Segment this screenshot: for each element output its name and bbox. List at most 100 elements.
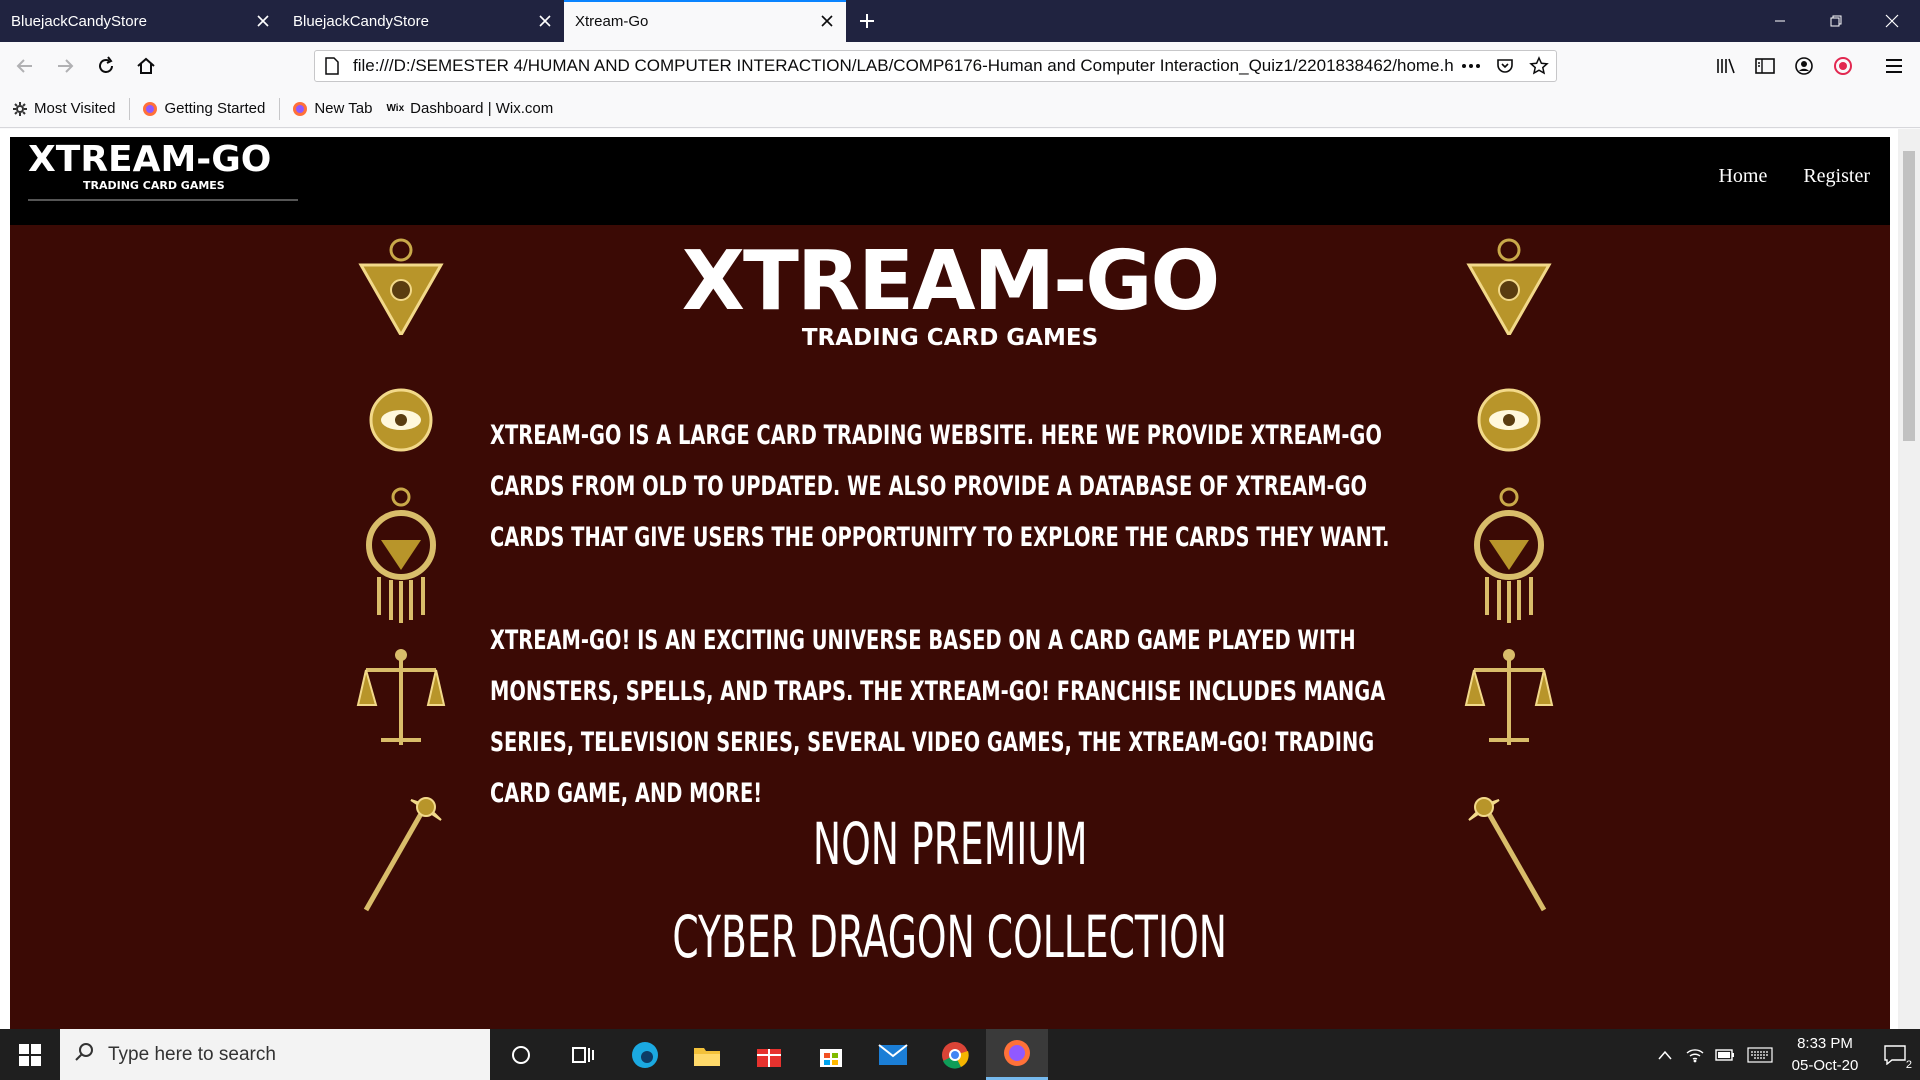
notification-center-icon[interactable]: 2: [1870, 1029, 1920, 1080]
browser-tab-3[interactable]: Xtream-Go: [564, 0, 846, 42]
bookmark-most-visited[interactable]: Most Visited: [12, 100, 115, 117]
gift-app-icon[interactable]: [738, 1029, 800, 1080]
browser-tab-1[interactable]: BluejackCandyStore: [0, 0, 282, 42]
bookmark-separator: [279, 97, 281, 120]
nav-home-link[interactable]: Home: [1718, 165, 1767, 188]
home-icon[interactable]: [130, 50, 162, 82]
chrome-icon[interactable]: [924, 1029, 986, 1080]
site-header: XTREAM-GO TRADING CARD GAMES Home Regist…: [10, 137, 1890, 225]
navigation-toolbar: file:///D:/SEMESTER 4/HUMAN AND COMPUTER…: [0, 42, 1920, 90]
scrollbar-thumb[interactable]: [1903, 151, 1915, 441]
wix-icon: Wix: [386, 103, 405, 114]
close-window-icon[interactable]: [1864, 0, 1920, 42]
page-info-icon[interactable]: [315, 51, 349, 81]
close-tab-icon[interactable]: [244, 0, 282, 42]
pocket-icon[interactable]: [1488, 51, 1522, 81]
bookmark-separator: [129, 97, 131, 120]
logo-text: XTREAM-GO: [28, 139, 272, 180]
mail-icon[interactable]: [862, 1029, 924, 1080]
logo-subtitle: TRADING CARD GAMES: [83, 179, 225, 192]
page-viewport: XTREAM-GO TRADING CARD GAMES Home Regist…: [0, 129, 1920, 1029]
windows-start-icon[interactable]: [0, 1029, 60, 1080]
tab-bar: BluejackCandyStore BluejackCandyStore Xt…: [0, 0, 1920, 42]
millennium-ring-icon: [356, 485, 446, 625]
hero-title: XTREAM-GO: [681, 234, 1220, 329]
bookmark-wix-dashboard[interactable]: Wix Dashboard | Wix.com: [386, 100, 553, 117]
millennium-eye-icon: [1464, 370, 1554, 470]
address-bar[interactable]: file:///D:/SEMESTER 4/HUMAN AND COMPUTER…: [314, 50, 1557, 82]
bookmark-getting-started[interactable]: Getting Started: [142, 100, 265, 117]
close-tab-icon[interactable]: [808, 0, 846, 42]
search-placeholder: Type here to search: [108, 1043, 276, 1065]
tab-title: BluejackCandyStore: [11, 12, 147, 30]
collection-heading-non-premium: NON PREMIUM: [10, 810, 1890, 878]
clock-date: 05-Oct-20: [1791, 1056, 1859, 1074]
menu-icon[interactable]: [1878, 50, 1910, 82]
library-icon[interactable]: [1710, 50, 1742, 82]
nav-register-link[interactable]: Register: [1803, 165, 1870, 188]
new-tab-button[interactable]: [846, 0, 888, 42]
notification-count-badge: 2: [1905, 1059, 1912, 1071]
millennium-rod-icon: [1464, 785, 1554, 915]
account-icon[interactable]: [1788, 50, 1820, 82]
millennium-scale-icon: [1464, 645, 1554, 755]
gear-icon: [12, 101, 28, 117]
collection-heading-text: NON PREMIUM: [812, 810, 1088, 878]
millennium-rod-icon: [356, 785, 446, 915]
taskbar-search-box[interactable]: Type here to search: [60, 1029, 490, 1080]
page-scrollbar[interactable]: [1898, 129, 1920, 1029]
firefox-icon: [142, 101, 158, 117]
minimize-icon[interactable]: [1752, 0, 1808, 42]
site-logo[interactable]: XTREAM-GO TRADING CARD GAMES: [28, 141, 298, 201]
collection-heading-cyber-dragon: CYBER DRAGON COLLECTION: [10, 903, 1890, 971]
edge-browser-icon[interactable]: [614, 1029, 676, 1080]
url-text[interactable]: file:///D:/SEMESTER 4/HUMAN AND COMPUTER…: [349, 56, 1454, 76]
hero-subtitle: TRADING CARD GAMES: [801, 325, 1099, 351]
collection-heading-text: CYBER DRAGON COLLECTION: [672, 903, 1228, 971]
task-view-icon[interactable]: [552, 1029, 614, 1080]
hero-description: Xtream-Go is a large card trading websit…: [490, 410, 1419, 871]
millennium-ring-icon: [1464, 485, 1554, 625]
record-extension-icon[interactable]: [1827, 50, 1859, 82]
millennium-puzzle-icon: [356, 235, 446, 335]
bookmark-label: Dashboard | Wix.com: [410, 100, 554, 117]
close-tab-icon[interactable]: [526, 0, 564, 42]
millennium-puzzle-icon: [1464, 235, 1554, 335]
intro-paragraph-1: Xtream-Go is a large card trading websit…: [490, 420, 1390, 553]
battery-icon[interactable]: [1710, 1029, 1740, 1080]
file-explorer-icon[interactable]: [676, 1029, 738, 1080]
intro-paragraph-2: Xtream-Go! is an exciting universe based…: [490, 625, 1386, 809]
forward-icon[interactable]: [49, 50, 81, 82]
search-icon: [74, 1042, 94, 1068]
hero-section: XTREAM-GO TRADING CARD GAMES Xtream-Go i…: [10, 225, 1890, 1029]
back-icon[interactable]: [9, 50, 41, 82]
sidebar-icon[interactable]: [1749, 50, 1781, 82]
reload-icon[interactable]: [90, 50, 122, 82]
browser-tab-2[interactable]: BluejackCandyStore: [282, 0, 564, 42]
tab-title: Xtream-Go: [575, 12, 649, 30]
wifi-icon[interactable]: [1680, 1029, 1710, 1080]
clock-time: 8:33 PM: [1797, 1034, 1853, 1052]
system-tray: 8:33 PM 05-Oct-20 2: [1650, 1029, 1920, 1080]
system-clock[interactable]: 8:33 PM 05-Oct-20: [1780, 1033, 1870, 1077]
chevron-up-icon[interactable]: [1650, 1029, 1680, 1080]
cortana-icon[interactable]: [490, 1029, 552, 1080]
microsoft-store-icon[interactable]: [800, 1029, 862, 1080]
millennium-eye-icon: [356, 370, 446, 470]
firefox-taskbar-icon[interactable]: [986, 1029, 1048, 1080]
bookmark-star-icon[interactable]: [1522, 51, 1556, 81]
bookmark-label: New Tab: [314, 100, 373, 117]
windows-taskbar: Type here to search 8:33 PM 05-Oct-20 2: [0, 1029, 1920, 1080]
keyboard-icon[interactable]: [1740, 1029, 1780, 1080]
bookmark-label: Most Visited: [34, 100, 116, 117]
bookmarks-toolbar: Most Visited Getting Started New Tab Wix…: [0, 90, 1920, 128]
tab-title: BluejackCandyStore: [293, 12, 429, 30]
firefox-icon: [292, 101, 308, 117]
page-actions-icon[interactable]: [1454, 51, 1488, 81]
millennium-scale-icon: [356, 645, 446, 755]
window-controls: [1752, 0, 1920, 42]
bookmark-label: Getting Started: [164, 100, 266, 117]
site-navigation: Home Register: [1718, 165, 1870, 188]
restore-icon[interactable]: [1808, 0, 1864, 42]
bookmark-new-tab[interactable]: New Tab: [292, 100, 372, 117]
